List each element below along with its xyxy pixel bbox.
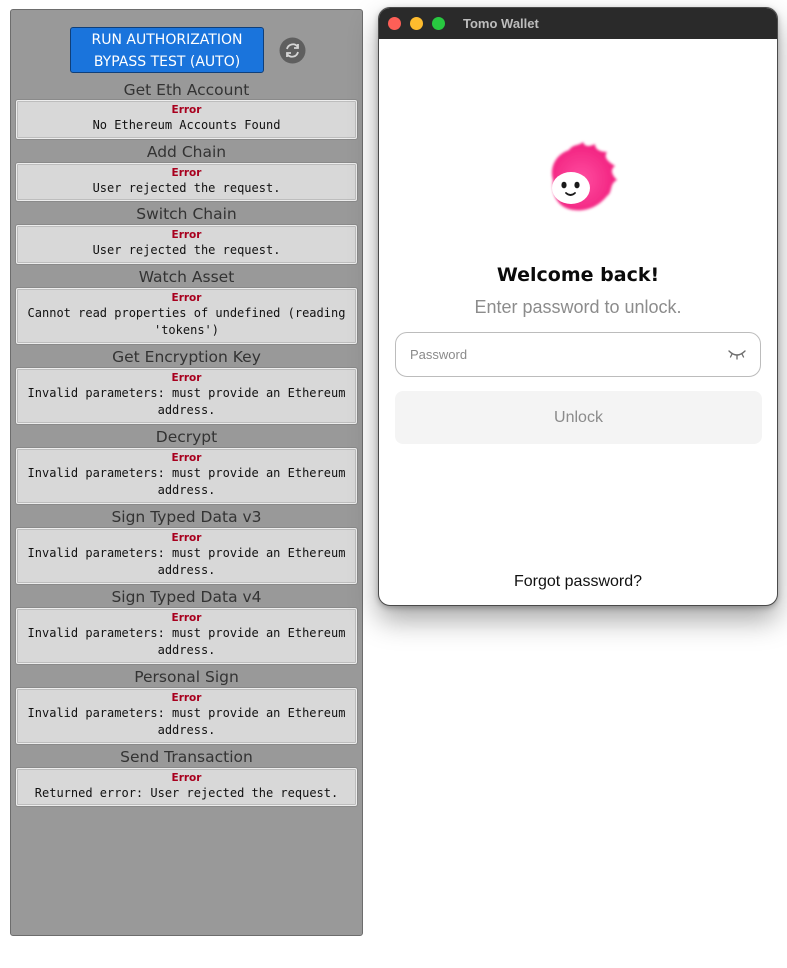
error-message: No Ethereum Accounts Found xyxy=(92,118,281,132)
result-box: Error Invalid parameters: must provide a… xyxy=(16,447,357,504)
section-title: Personal Sign xyxy=(134,667,239,686)
error-message: Invalid parameters: must provide an Ethe… xyxy=(27,545,346,578)
result-box: Error Invalid parameters: must provide a… xyxy=(16,607,357,664)
result-box: Error User rejected the request. xyxy=(16,162,357,201)
error-message: Invalid parameters: must provide an Ethe… xyxy=(27,465,346,498)
error-label: Error xyxy=(171,229,202,241)
error-label: Error xyxy=(171,771,202,784)
error-message: Invalid parameters: must provide an Ethe… xyxy=(27,385,346,418)
test-section: Decrypt Error Invalid parameters: must p… xyxy=(11,424,362,504)
error-label: Error xyxy=(171,371,202,384)
minimize-window-icon[interactable] xyxy=(410,17,423,30)
unlock-button[interactable]: Unlock xyxy=(395,391,762,444)
error-message: Invalid parameters: must provide an Ethe… xyxy=(27,625,346,658)
test-section: Get Eth Account Error No Ethereum Accoun… xyxy=(11,77,362,139)
section-title: Send Transaction xyxy=(120,747,253,766)
section-title: Add Chain xyxy=(146,142,227,161)
maximize-window-icon[interactable] xyxy=(432,17,445,30)
run-bypass-test-button[interactable]: RUN AUTHORIZATION BYPASS TEST (AUTO) xyxy=(70,27,264,73)
test-section: Send Transaction Error Returned error: U… xyxy=(11,744,362,806)
test-section: Get Encryption Key Error Invalid paramet… xyxy=(11,344,362,424)
section-title: Switch Chain xyxy=(136,205,237,223)
result-box: Error Invalid parameters: must provide a… xyxy=(16,367,357,424)
test-section: Switch Chain Error User rejected the req… xyxy=(11,201,362,264)
test-panel: RUN AUTHORIZATION BYPASS TEST (AUTO) Get… xyxy=(10,9,363,936)
test-section: Personal Sign Error Invalid parameters: … xyxy=(11,664,362,744)
result-box: Error No Ethereum Accounts Found xyxy=(16,100,357,139)
error-message: Cannot read properties of undefined (rea… xyxy=(27,305,346,338)
window-title: Tomo Wallet xyxy=(463,16,539,31)
test-results-list: Get Eth Account Error No Ethereum Accoun… xyxy=(11,77,362,806)
section-title: Sign Typed Data v3 xyxy=(111,507,262,526)
eye-closed-icon[interactable] xyxy=(728,347,746,361)
error-label: Error xyxy=(171,166,202,179)
password-field[interactable] xyxy=(395,332,761,377)
result-box: Error Returned error: User rejected the … xyxy=(16,767,357,806)
password-input[interactable] xyxy=(410,333,710,376)
error-message: Invalid parameters: must provide an Ethe… xyxy=(27,705,346,738)
error-label: Error xyxy=(171,451,202,464)
error-label: Error xyxy=(171,611,202,624)
section-title: Get Encryption Key xyxy=(112,347,261,366)
error-label: Error xyxy=(171,104,202,116)
result-box: Error Invalid parameters: must provide a… xyxy=(16,527,357,584)
test-section: Add Chain Error User rejected the reques… xyxy=(11,139,362,201)
result-box: Error Cannot read properties of undefine… xyxy=(16,287,357,344)
forgot-password-link[interactable]: Forgot password? xyxy=(379,573,777,591)
error-message: User rejected the request. xyxy=(92,180,281,195)
section-title: Watch Asset xyxy=(138,267,235,286)
test-section: Sign Typed Data v3 Error Invalid paramet… xyxy=(11,504,362,584)
refresh-icon[interactable] xyxy=(279,37,306,64)
close-window-icon[interactable] xyxy=(388,17,401,30)
error-label: Error xyxy=(171,291,202,304)
error-message: User rejected the request. xyxy=(92,243,281,257)
welcome-heading: Welcome back! xyxy=(496,264,660,286)
tomo-mascot-logo xyxy=(551,142,617,211)
section-title: Decrypt xyxy=(155,427,218,446)
wallet-window: Tomo Wallet Welcome back! Enter password… xyxy=(378,7,778,606)
section-title: Sign Typed Data v4 xyxy=(111,587,262,606)
result-box: Error User rejected the request. xyxy=(16,225,357,264)
test-section: Sign Typed Data v4 Error Invalid paramet… xyxy=(11,584,362,664)
error-label: Error xyxy=(171,531,202,544)
result-box: Error Invalid parameters: must provide a… xyxy=(16,687,357,744)
test-section: Watch Asset Error Cannot read properties… xyxy=(11,264,362,344)
unlock-subtitle: Enter password to unlock. xyxy=(474,297,682,317)
error-message: Returned error: User rejected the reques… xyxy=(34,785,339,800)
window-titlebar[interactable]: Tomo Wallet xyxy=(379,8,777,39)
error-label: Error xyxy=(171,691,202,704)
